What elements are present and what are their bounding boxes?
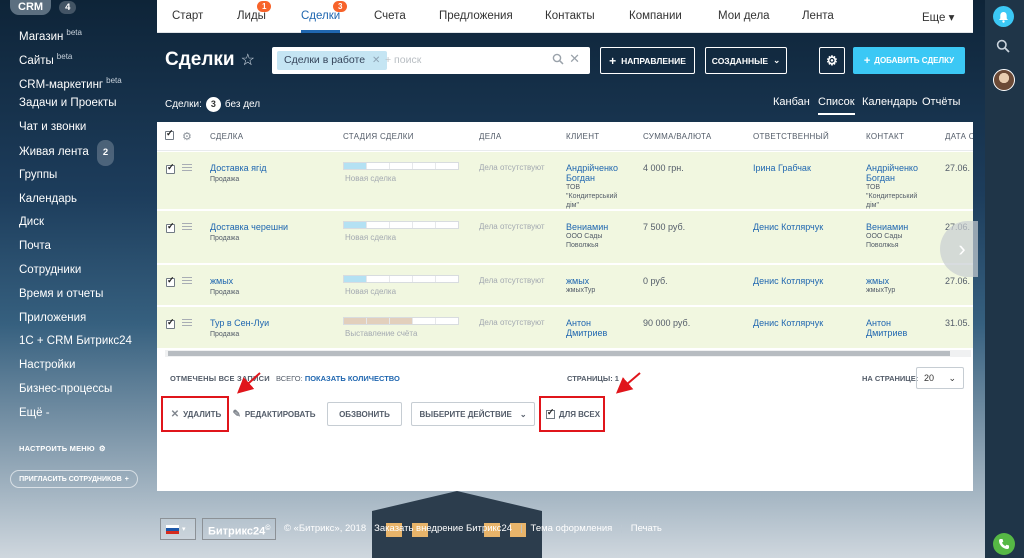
annotation-arrows (237, 372, 641, 394)
search-icon[interactable] (996, 39, 1010, 58)
right-rail (985, 0, 1024, 558)
print-link[interactable]: Печать (631, 523, 662, 534)
chevron-down-icon: ▾ (182, 526, 186, 533)
brand-mark: © (265, 525, 271, 532)
annotation-arrow (615, 372, 641, 394)
copyright-text: © «Битрикс», 2018 (284, 523, 367, 534)
brand-text: Битрикс24 (208, 525, 266, 538)
user-avatar[interactable] (993, 69, 1015, 91)
order-implementation-link[interactable]: Заказать внедрение Битрикс24 (374, 523, 512, 534)
separator: | (520, 523, 523, 534)
notifications-bell-icon[interactable] (993, 6, 1014, 27)
separator: | (620, 523, 623, 534)
footer-links: © «Битрикс», 2018 Заказать внедрение Бит… (284, 523, 662, 534)
annotation-arrow (237, 372, 261, 394)
language-selector[interactable]: ▾ (160, 518, 196, 540)
bitrix24-logo[interactable]: Битрикс24© (202, 518, 277, 540)
theme-link[interactable]: Тема оформления (531, 523, 613, 534)
phone-icon[interactable] (993, 533, 1015, 555)
russia-flag-icon (166, 524, 179, 534)
